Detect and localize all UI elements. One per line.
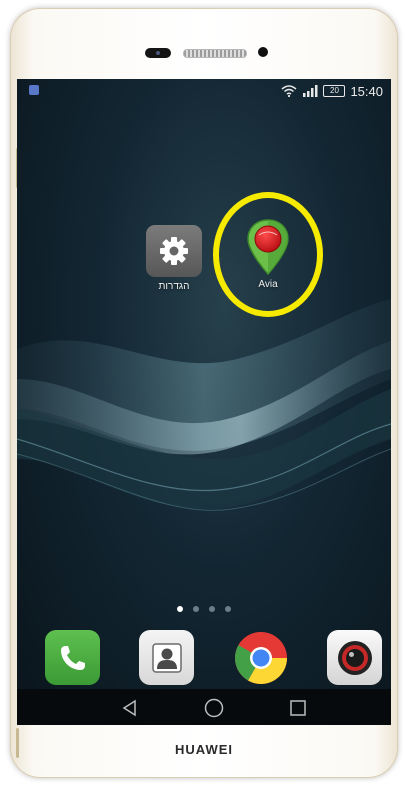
navigation-bar xyxy=(17,689,391,725)
brand-logo: HUAWEI xyxy=(175,742,233,757)
earpiece-area xyxy=(10,44,398,64)
home-button[interactable] xyxy=(204,698,224,718)
back-icon xyxy=(122,699,136,717)
camera-icon xyxy=(337,640,372,675)
battery-icon: 20 xyxy=(323,85,346,97)
dock xyxy=(17,630,391,686)
page-dot[interactable] xyxy=(209,606,215,612)
phone-icon xyxy=(60,645,85,670)
dock-phone[interactable] xyxy=(45,630,100,685)
dock-camera[interactable] xyxy=(327,630,382,685)
home-icon xyxy=(204,698,224,718)
back-button[interactable] xyxy=(120,698,140,718)
app-avia[interactable]: Avia xyxy=(233,219,303,290)
app-label: הגדרות xyxy=(158,281,190,292)
proximity-sensor xyxy=(258,47,268,57)
page-indicator xyxy=(17,606,391,612)
notification-icon xyxy=(29,85,39,95)
status-icons: 20 15:40 xyxy=(281,83,383,99)
avia-app-icon[interactable] xyxy=(240,219,296,276)
dock-contacts[interactable] xyxy=(139,630,194,685)
page-dot[interactable] xyxy=(193,606,199,612)
wallpaper-wave xyxy=(17,299,391,511)
contacts-icon xyxy=(151,642,182,673)
chrome-icon xyxy=(234,631,287,684)
status-bar: 20 15:40 xyxy=(17,79,391,103)
app-settings[interactable]: הגדרות xyxy=(139,225,209,292)
battery-level: 20 xyxy=(330,86,339,95)
map-pin-icon xyxy=(247,219,289,276)
home-screen: 20 15:40 הגדרות Avia xyxy=(17,79,391,725)
app-label: Avia xyxy=(258,279,278,290)
recents-button[interactable] xyxy=(288,698,308,718)
page-dot[interactable] xyxy=(225,606,231,612)
status-clock: 15:40 xyxy=(350,83,383,99)
signal-icon xyxy=(303,85,318,97)
settings-app-icon[interactable] xyxy=(146,225,202,277)
page-dot-active[interactable] xyxy=(177,606,183,612)
phone-frame: 20 15:40 הגדרות Avia HUAWEI xyxy=(10,8,398,778)
gear-icon xyxy=(160,237,188,265)
front-camera xyxy=(145,48,171,58)
dock-chrome[interactable] xyxy=(233,630,288,685)
recents-icon xyxy=(290,700,306,716)
wifi-icon xyxy=(281,85,297,97)
earpiece-speaker xyxy=(183,49,247,58)
